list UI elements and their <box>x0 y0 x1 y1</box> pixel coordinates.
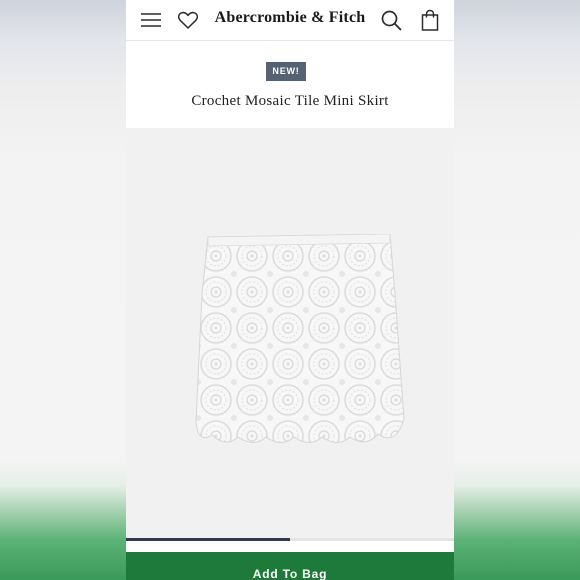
carousel-progress-indicator <box>126 538 290 541</box>
new-badge: NEW! <box>266 62 306 81</box>
mobile-page: Abercrombie & Fitch NEW! Crochet Mosaic … <box>126 0 454 580</box>
shopping-bag-icon[interactable] <box>418 8 442 32</box>
brand-logo[interactable]: Abercrombie & Fitch <box>126 9 454 27</box>
carousel-progress-bar <box>126 538 454 541</box>
top-navigation-bar: Abercrombie & Fitch <box>126 0 454 41</box>
add-to-bag-button[interactable]: Add To Bag <box>126 552 454 580</box>
product-image-carousel[interactable] <box>126 128 454 538</box>
product-title: Crochet Mosaic Tile Mini Skirt <box>191 93 389 109</box>
product-image <box>195 234 405 443</box>
search-icon[interactable] <box>379 8 403 32</box>
